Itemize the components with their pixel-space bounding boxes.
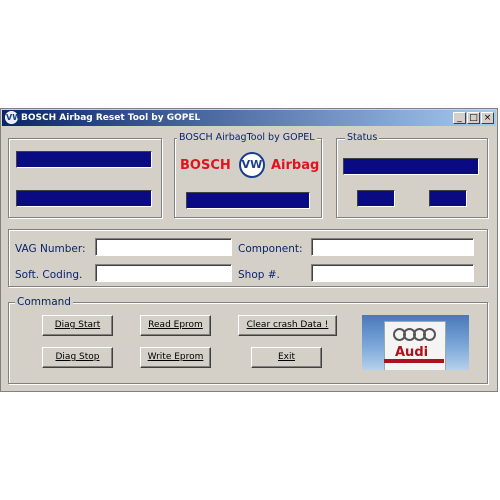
component-field[interactable] (311, 238, 474, 256)
audi-sign-stripe (384, 359, 444, 363)
diag-start-button[interactable]: Diag Start (42, 315, 113, 336)
title-bar[interactable]: VW BOSCH Airbag Reset Tool by GOPEL _ □ … (2, 110, 496, 126)
vw-logo-icon[interactable]: VW (5, 111, 21, 124)
soft-coding-label: Soft. Coding. (15, 269, 83, 281)
airbag-logo-text: Airbag (271, 158, 320, 173)
diag-stop-button[interactable]: Diag Stop (42, 347, 113, 368)
vag-number-field[interactable] (95, 238, 232, 256)
audi-rings-icon (393, 328, 437, 342)
vag-number-label: VAG Number: (15, 243, 86, 255)
vw-emblem-icon: VW (239, 152, 265, 178)
audi-logo-text: Audi (395, 345, 429, 360)
window-controls: _ □ × (452, 112, 494, 124)
exit-button[interactable]: Exit (251, 347, 322, 368)
progress-bar-1 (16, 151, 152, 168)
status-bar-left (357, 190, 395, 207)
tool-status-bar (186, 192, 310, 209)
command-group-title: Command (15, 296, 73, 308)
clear-crash-data-button[interactable]: Clear crash Data ! (238, 315, 337, 336)
shop-label: Shop #. (238, 269, 280, 281)
soft-coding-field[interactable] (95, 264, 232, 282)
window-title: BOSCH Airbag Reset Tool by GOPEL (21, 113, 201, 123)
read-eprom-button[interactable]: Read Eprom (140, 315, 211, 336)
status-bar-main (343, 158, 479, 175)
status-bar-right (429, 190, 467, 207)
airbag-tool-group-title: BOSCH AirbagTool by GOPEL (177, 132, 317, 144)
progress-bar-2 (16, 190, 152, 207)
component-label: Component: (238, 243, 303, 255)
maximize-button[interactable]: □ (467, 112, 480, 124)
minimize-button[interactable]: _ (453, 112, 466, 124)
close-button[interactable]: × (481, 112, 494, 124)
status-group-title: Status (345, 132, 380, 144)
write-eprom-button[interactable]: Write Eprom (140, 347, 211, 368)
bosch-logo-text: BOSCH (180, 158, 231, 173)
shop-field[interactable] (311, 264, 474, 282)
audi-dealer-image: Audi (362, 315, 469, 370)
